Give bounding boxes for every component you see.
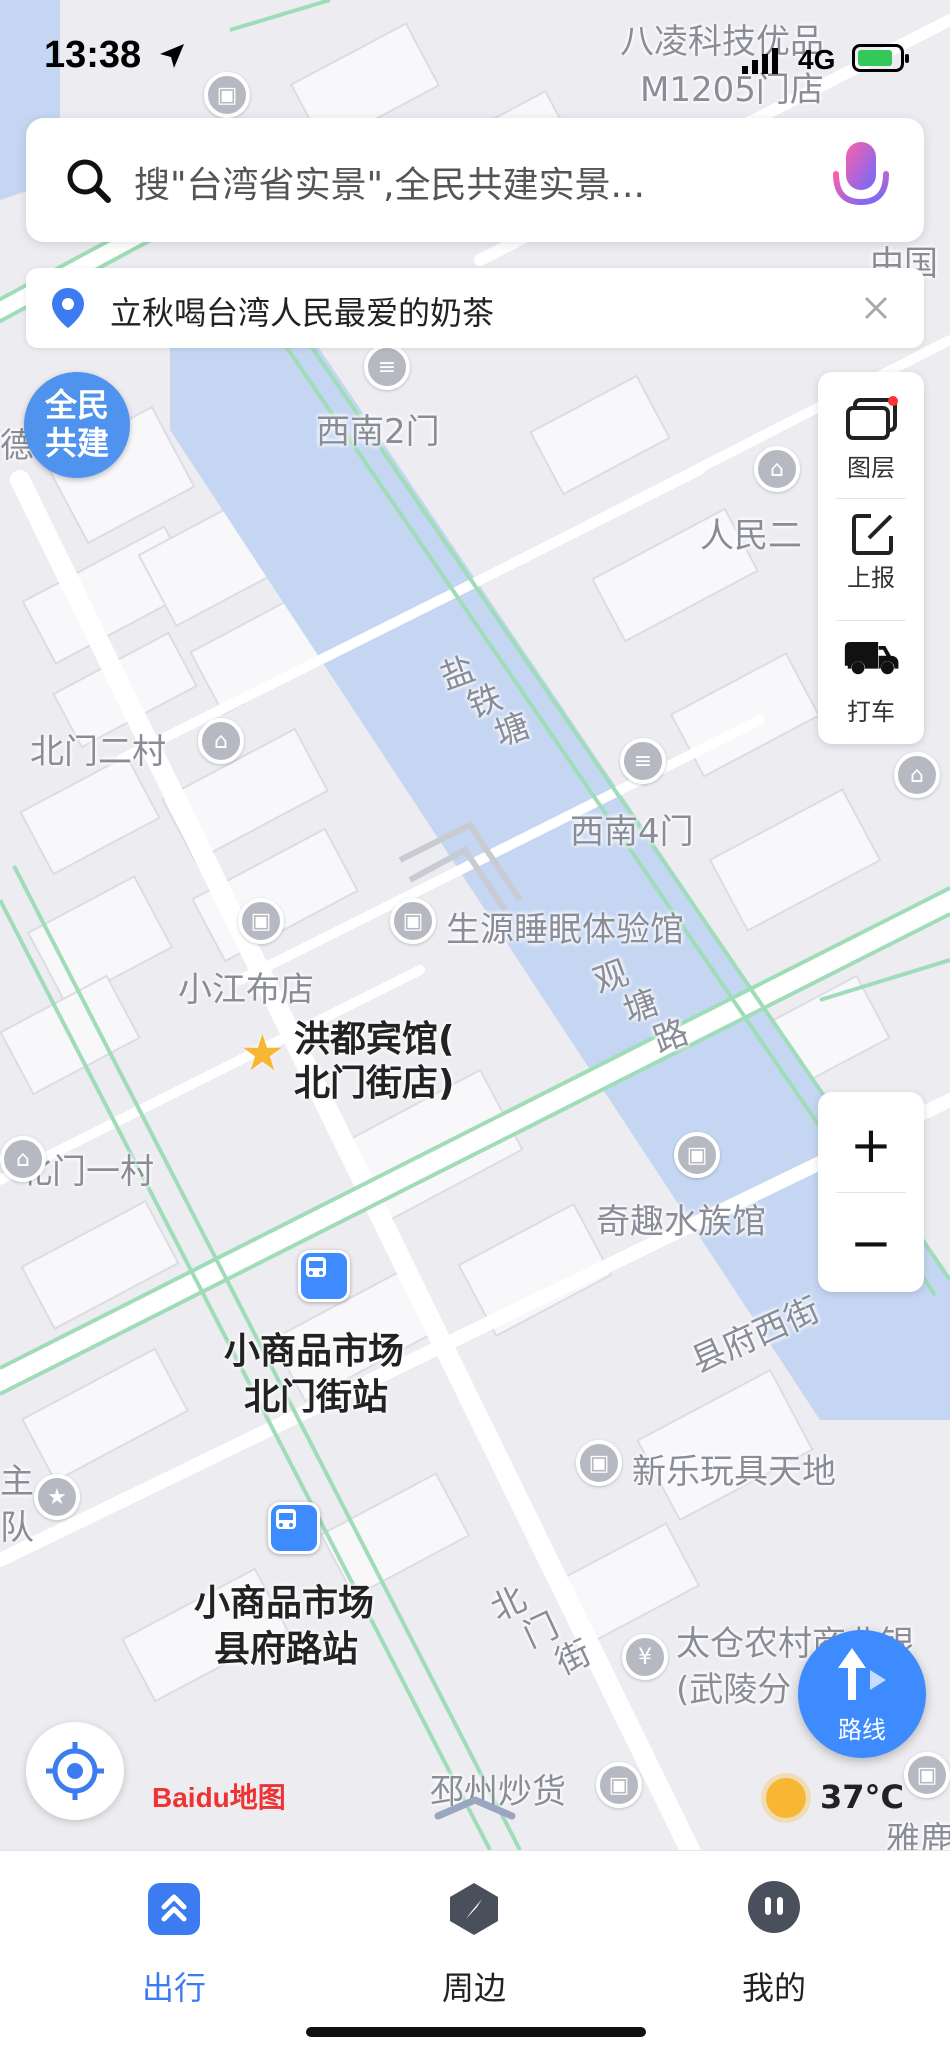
building-poi-icon[interactable]: ⌂ — [894, 752, 940, 798]
badge-line: 共建 — [44, 424, 109, 462]
map-label[interactable]: 西南2门 — [316, 404, 440, 453]
shop-poi-icon[interactable]: ▣ — [390, 898, 436, 944]
status-time: 13:38 — [44, 34, 142, 76]
bus-stop-label[interactable]: 县府路站 — [214, 1620, 358, 1672]
map-label[interactable]: 新乐玩具天地 — [632, 1444, 836, 1493]
close-icon[interactable] — [860, 292, 892, 324]
co-build-badge[interactable]: 全民 共建 — [24, 372, 130, 478]
report-icon — [852, 514, 893, 555]
shop-poi-icon[interactable]: ▣ — [904, 1752, 950, 1798]
badge-line: 全民 — [44, 386, 109, 424]
tab-label: 周边 — [441, 1969, 506, 2007]
bus-stop-label[interactable]: 小商品市场 — [224, 1322, 404, 1374]
bus-stop-label[interactable]: 小商品市场 — [194, 1574, 374, 1626]
layers-button[interactable]: 图层 — [818, 376, 924, 494]
baidu-logo: Baidu地图 — [152, 1782, 286, 1813]
banner-text: 立秋喝台湾人民最爱的奶茶 — [110, 294, 495, 332]
locate-button[interactable] — [26, 1722, 124, 1820]
bank-poi-icon[interactable]: ¥ — [622, 1634, 668, 1680]
compass-icon — [450, 1883, 498, 1935]
network-type: 4G — [798, 44, 836, 75]
shop-poi-icon[interactable]: ▣ — [576, 1440, 622, 1486]
layers-icon — [846, 396, 898, 440]
hotel-label[interactable]: 北门街店) — [294, 1054, 454, 1106]
promo-banner[interactable]: 立秋喝台湾人民最爱的奶茶 — [26, 268, 924, 348]
status-bar: 13:38 4G — [0, 0, 950, 110]
sun-icon — [766, 1778, 806, 1818]
shop-poi-icon[interactable]: ▣ — [596, 1762, 642, 1808]
map-label[interactable]: (武陵分 — [676, 1662, 791, 1711]
map-tools: 图层 上报 ⛟ 打车 — [818, 372, 924, 744]
shop-poi-icon[interactable]: ▣ — [674, 1132, 720, 1178]
map-label[interactable]: 西南4门 — [570, 804, 694, 853]
tool-label: 打车 — [847, 698, 895, 726]
report-button[interactable]: 上报 — [818, 498, 924, 616]
search-icon — [67, 159, 111, 203]
building-poi-icon[interactable]: ⌂ — [754, 446, 800, 492]
weather-temp[interactable]: 37°C — [820, 1778, 904, 1816]
home-indicator — [306, 2027, 646, 2037]
zoom-control: + − — [818, 1092, 924, 1292]
map-label[interactable]: 小江布店 — [178, 962, 314, 1011]
tab-label: 我的 — [741, 1969, 806, 2007]
signal-icon — [742, 48, 778, 74]
battery-icon — [852, 44, 909, 72]
search-input[interactable]: 搜"台湾省实景",全民共建实景... — [134, 156, 645, 208]
location-pin-icon — [52, 288, 84, 328]
map-label[interactable]: 人民二 — [700, 508, 802, 557]
route-label: 路线 — [838, 1716, 886, 1744]
building-poi-icon[interactable]: ⌂ — [0, 1136, 46, 1182]
bus-stop-label[interactable]: 北门街站 — [244, 1368, 388, 1420]
zoom-in-button[interactable]: + — [818, 1100, 924, 1190]
search-bar[interactable]: 搜"台湾省实景",全民共建实景... — [26, 118, 924, 242]
tool-label: 图层 — [847, 454, 895, 482]
bus-stop-icon[interactable] — [268, 1502, 320, 1554]
travel-icon — [148, 1883, 200, 1935]
profile-icon — [748, 1881, 800, 1933]
map-label[interactable]: 奇趣水族馆 — [596, 1194, 766, 1243]
office-poi-icon[interactable]: ≡ — [364, 344, 410, 390]
office-poi-icon[interactable]: ≡ — [620, 738, 666, 784]
tool-label: 上报 — [847, 564, 895, 592]
bottom-tab-bar: 出行 周边 我的 — [0, 1850, 950, 2058]
location-arrow-icon — [160, 44, 184, 68]
map-label[interactable]: 雅鹿 — [886, 1812, 950, 1850]
map-label[interactable]: 北门二村 — [30, 724, 166, 773]
shop-poi-icon[interactable]: ▣ — [238, 898, 284, 944]
route-arrow-icon — [838, 1648, 886, 1700]
map-label: 主 — [0, 1462, 34, 1502]
zoom-out-button[interactable]: − — [818, 1198, 924, 1288]
taxi-button[interactable]: ⛟ 打车 — [818, 620, 924, 738]
target-icon — [46, 1742, 104, 1800]
building-poi-icon[interactable]: ⌂ — [198, 718, 244, 764]
tab-label: 出行 — [141, 1969, 206, 2007]
taxi-icon: ⛟ — [842, 630, 900, 684]
map-label: 队 — [0, 1508, 34, 1548]
bus-stop-icon[interactable] — [298, 1250, 350, 1302]
hotel-star-icon[interactable]: ★ — [240, 1024, 285, 1082]
chevron-up-icon[interactable] — [432, 1792, 518, 1822]
microphone-icon[interactable] — [826, 140, 896, 222]
route-button[interactable]: 路线 — [798, 1630, 926, 1758]
divider — [836, 1192, 906, 1193]
star-poi-icon[interactable]: ★ — [34, 1474, 80, 1520]
